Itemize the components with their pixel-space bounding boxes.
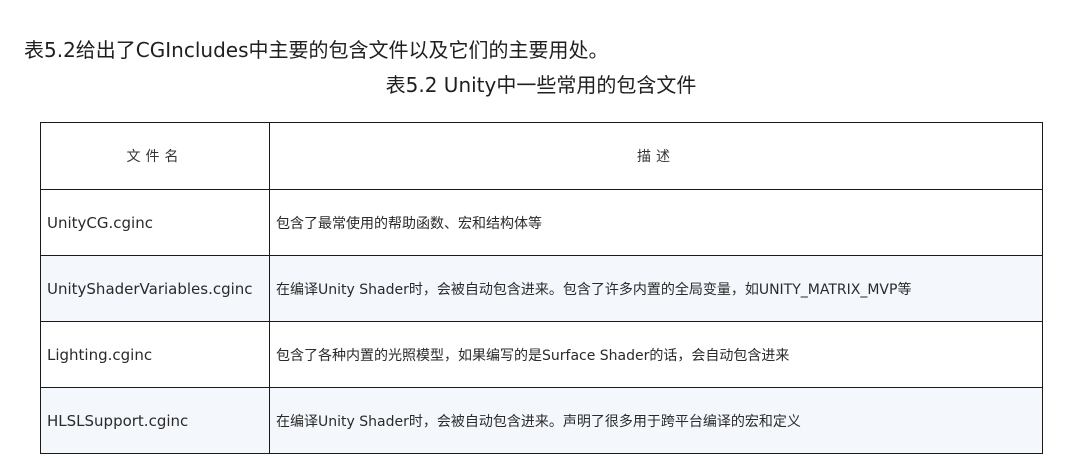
description-cell: 包含了各种内置的光照模型，如果编写的是Surface Shader的话，会自动包… [269,321,1043,388]
table-caption: 表5.2 Unity中一些常用的包含文件 [385,73,697,97]
description-cell: 在编译Unity Shader时，会被自动包含进来。包含了许多内置的全局变量，如… [269,255,1043,322]
file-name-cell: HLSLSupport.cginc [40,387,270,454]
table-row: UnityShaderVariables.cginc 在编译Unity Shad… [40,255,1043,322]
include-files-table: 文件名 描述 UnityCG.cginc 包含了最常使用的帮助函数、宏和结构体等… [40,122,1043,454]
table-row: UnityCG.cginc 包含了最常使用的帮助函数、宏和结构体等 [40,189,1043,256]
description-cell: 包含了最常使用的帮助函数、宏和结构体等 [269,189,1043,256]
header-file-name: 文件名 [40,122,270,190]
table-header-row: 文件名 描述 [40,122,1043,190]
file-name-cell: Lighting.cginc [40,321,270,388]
table-row: Lighting.cginc 包含了各种内置的光照模型，如果编写的是Surfac… [40,321,1043,388]
intro-paragraph: 表5.2给出了CGIncludes中主要的包含文件以及它们的主要用处。 [24,38,609,62]
header-description: 描述 [269,122,1043,190]
description-cell: 在编译Unity Shader时，会被自动包含进来。声明了很多用于跨平台编译的宏… [269,387,1043,454]
table-row: HLSLSupport.cginc 在编译Unity Shader时，会被自动包… [40,387,1043,454]
file-name-cell: UnityShaderVariables.cginc [40,255,270,322]
file-name-cell: UnityCG.cginc [40,189,270,256]
